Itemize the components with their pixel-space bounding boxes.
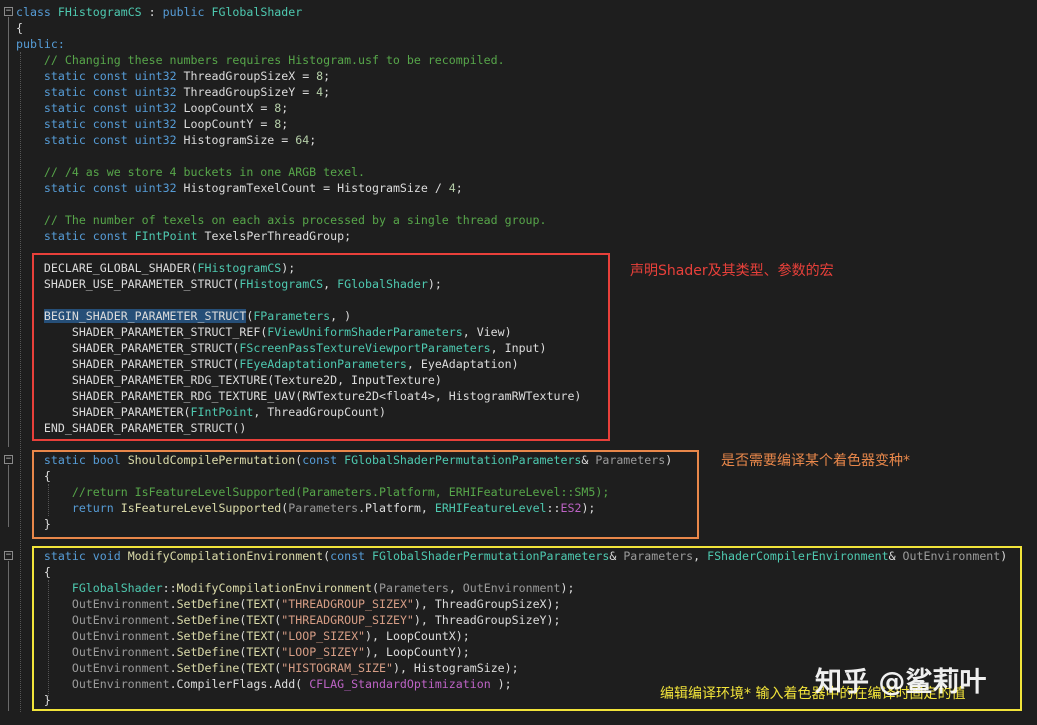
code-line[interactable]: // /4 as we store 4 buckets in one ARGB … (16, 164, 365, 180)
red-highlight-box (32, 253, 610, 441)
code-line[interactable]: static const FIntPoint TexelsPerThreadGr… (16, 228, 351, 244)
code-line[interactable]: static const uint32 LoopCountY = 8; (16, 116, 288, 132)
code-token: FGlobalShader (211, 5, 303, 19)
code-token: uint32 (134, 101, 177, 115)
code-token: LoopCountX = (183, 101, 275, 115)
code-line[interactable]: // Changing these numbers requires Histo… (16, 52, 505, 68)
code-token: TexelsPerThreadGroup; (204, 229, 352, 243)
code-token: uint32 (134, 117, 177, 131)
code-token: FHistogramCS (57, 5, 142, 19)
code-token: ThreadGroupSizeX = (183, 69, 317, 83)
code-token: LoopCountY = (183, 117, 275, 131)
fold-guide-line (8, 17, 9, 447)
fold-guide-line (8, 561, 9, 711)
code-token: FIntPoint (134, 229, 198, 243)
code-line[interactable]: static const uint32 LoopCountX = 8; (16, 100, 288, 116)
code-editor[interactable]: − − − class FHistogramCS : public FGloba… (0, 0, 1037, 725)
code-line[interactable]: // The number of texels on each axis pro… (16, 212, 547, 228)
code-line[interactable]: { (16, 20, 23, 36)
code-token: uint32 (134, 69, 177, 83)
code-token: public: (16, 37, 65, 51)
watermark: 知乎 @鲨莉叶 (815, 667, 987, 698)
code-token: : (141, 5, 163, 19)
code-token: HistogramTexelCount = HistogramSize / (183, 181, 449, 195)
code-token: uint32 (134, 181, 177, 195)
fold-guide-line (8, 465, 9, 527)
code-token: static const (43, 229, 128, 243)
code-token: ; (281, 117, 289, 131)
annotation-orange: 是否需要编译某个着色器变种* (721, 453, 910, 469)
code-comment: // /4 as we store 4 buckets in one ARGB … (43, 165, 366, 179)
editor-gutter (0, 0, 14, 725)
code-token: static const (43, 117, 128, 131)
collapse-function-icon[interactable]: − (4, 455, 13, 464)
code-token: static const (43, 85, 128, 99)
code-token: ; (455, 181, 463, 195)
code-line[interactable]: public: (16, 36, 65, 52)
code-token: static const (43, 69, 128, 83)
code-token: ; (323, 69, 331, 83)
code-line[interactable]: class FHistogramCS : public FGlobalShade… (16, 4, 302, 20)
collapse-function-icon[interactable]: − (4, 551, 13, 560)
code-token: public (162, 5, 205, 19)
code-token: ; (309, 133, 317, 147)
code-line[interactable]: static const uint32 HistogramSize = 64; (16, 132, 316, 148)
code-line[interactable]: static const uint32 HistogramTexelCount … (16, 180, 463, 196)
code-token: static const (43, 181, 128, 195)
code-token: uint32 (134, 133, 177, 147)
code-token: static const (43, 101, 128, 115)
code-token: class (16, 5, 51, 19)
code-token: HistogramSize = (183, 133, 296, 147)
code-token: ThreadGroupSizeY = (183, 85, 317, 99)
code-token: static const (43, 133, 128, 147)
code-line[interactable]: static const uint32 ThreadGroupSizeY = 4… (16, 84, 330, 100)
code-number: 64 (295, 133, 310, 147)
annotation-red: 声明Shader及其类型、参数的宏 (630, 263, 834, 279)
code-line[interactable]: static const uint32 ThreadGroupSizeX = 8… (16, 68, 330, 84)
orange-highlight-box (32, 450, 699, 539)
collapse-class-icon[interactable]: − (4, 7, 13, 16)
code-token: ; (323, 85, 331, 99)
code-number: 4 (448, 181, 456, 195)
code-token: ; (281, 101, 289, 115)
code-comment: // The number of texels on each axis pro… (43, 213, 547, 227)
code-token: uint32 (134, 85, 177, 99)
code-comment: // Changing these numbers requires Histo… (43, 53, 505, 67)
code-token: { (16, 21, 23, 35)
